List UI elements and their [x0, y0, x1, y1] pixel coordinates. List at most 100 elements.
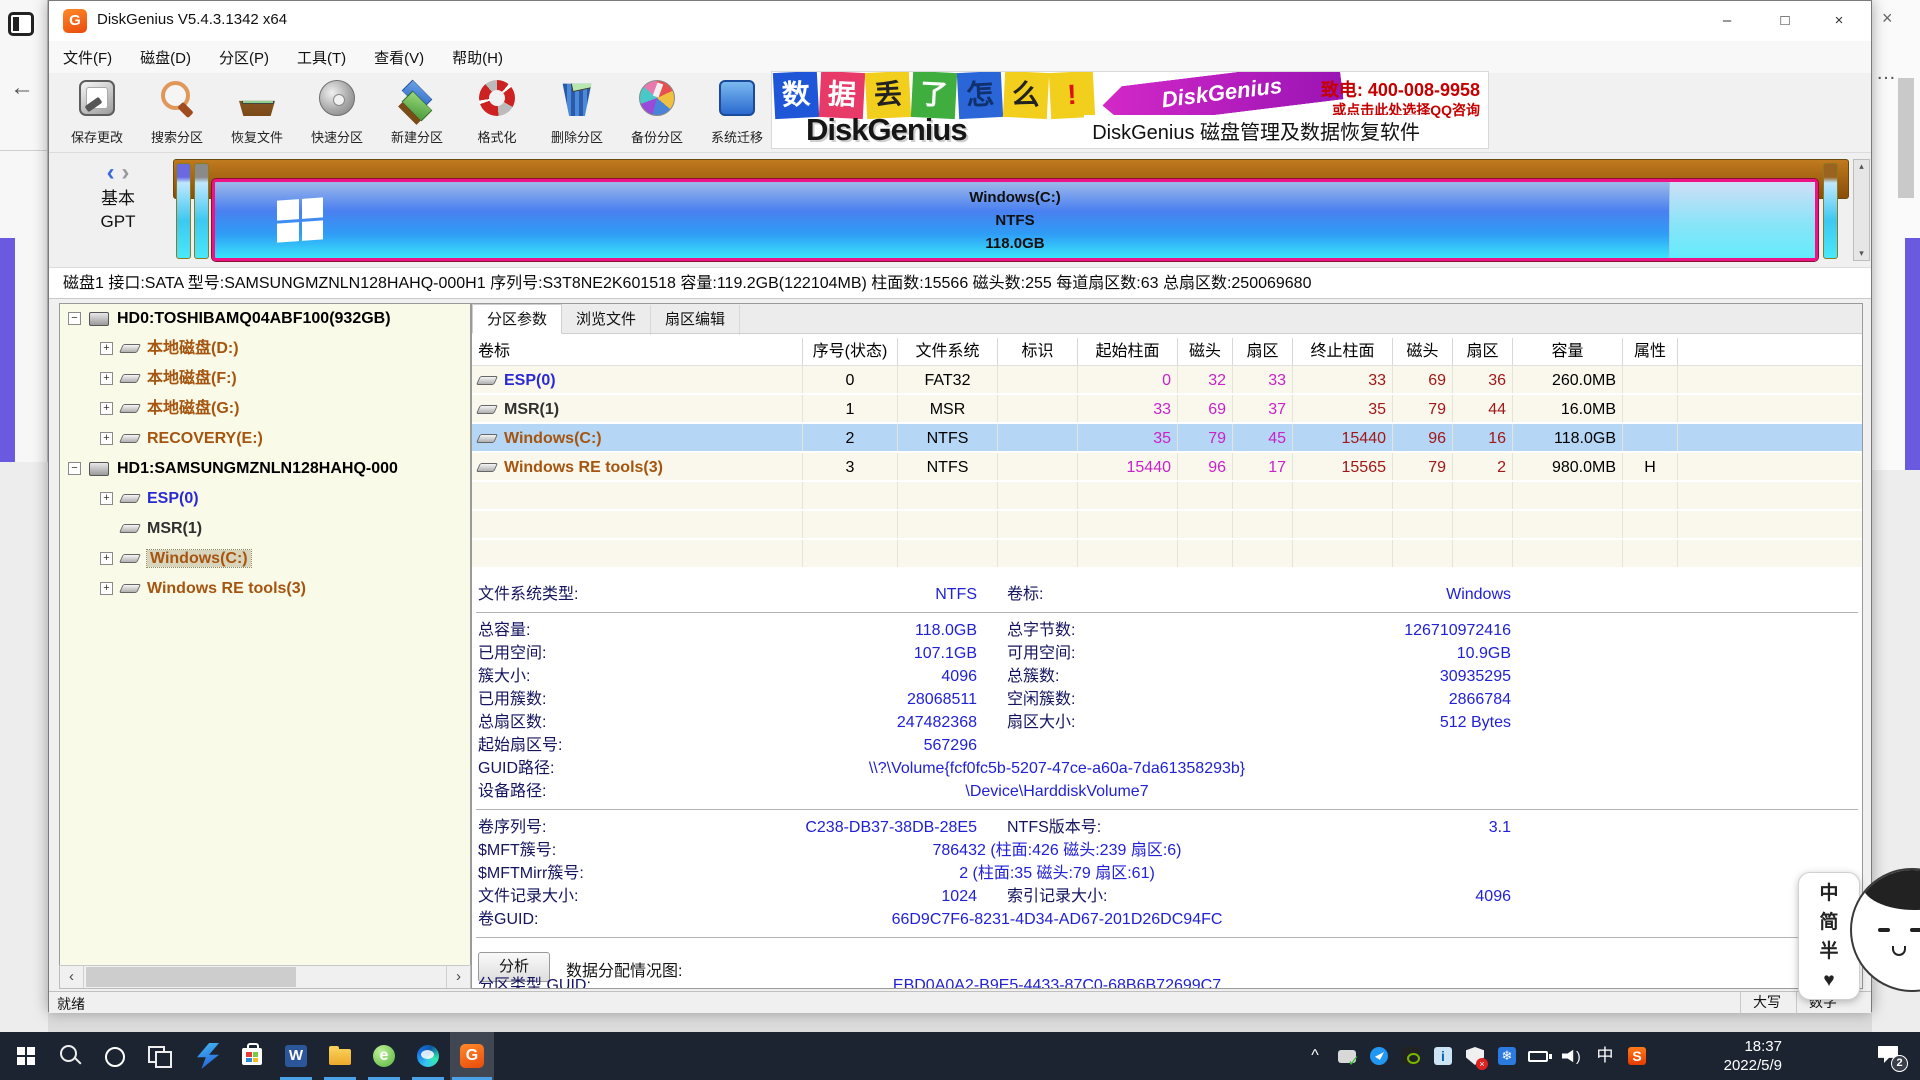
toolbar-button-8[interactable]: 系统迁移: [697, 76, 777, 150]
toolbar-button-1[interactable]: 搜索分区: [137, 76, 217, 150]
toolbar-button-2[interactable]: 恢复文件: [217, 76, 297, 150]
ime-mode-char[interactable]: ♥: [1799, 966, 1859, 995]
more-icon[interactable]: …: [1876, 62, 1896, 85]
menu-item-5[interactable]: 帮助(H): [438, 41, 517, 74]
collapse-icon[interactable]: −: [68, 312, 81, 325]
toolbar-button-0[interactable]: 保存更改: [57, 76, 137, 150]
tree-item-8[interactable]: +Windows(C:): [60, 544, 470, 574]
expand-icon[interactable]: +: [100, 582, 113, 595]
toolbar-button-7[interactable]: 备份分区: [617, 76, 697, 150]
edge-button[interactable]: [406, 1032, 450, 1080]
menu-item-1[interactable]: 磁盘(D): [126, 41, 205, 74]
toolbar-button-5[interactable]: 格式化: [457, 76, 537, 150]
minimize-button[interactable]: –: [1703, 1, 1751, 41]
expand-icon[interactable]: +: [100, 492, 113, 505]
cortana-button[interactable]: [92, 1032, 136, 1080]
scroll-left-icon[interactable]: ‹: [60, 966, 84, 988]
scroll-down-icon[interactable]: ▾: [1854, 248, 1869, 259]
column-header-3[interactable]: 标识: [997, 338, 1077, 365]
column-header-4[interactable]: 起始柱面: [1077, 338, 1177, 365]
word-button[interactable]: [274, 1032, 318, 1080]
store-button[interactable]: [230, 1032, 274, 1080]
maximize-button[interactable]: □: [1761, 1, 1809, 41]
tree-item-1[interactable]: +本地磁盘(D:): [60, 334, 470, 364]
notification-button[interactable]: 2: [1864, 1032, 1912, 1080]
tree-item-0[interactable]: −HD0:TOSHIBAMQ04ABF100(932GB): [60, 304, 470, 334]
background-scrollbar[interactable]: [1898, 78, 1914, 198]
expand-icon[interactable]: +: [100, 432, 113, 445]
tab-0[interactable]: 分区参数: [472, 304, 562, 334]
back-icon[interactable]: ←: [10, 74, 34, 102]
tree-item-6[interactable]: +ESP(0): [60, 484, 470, 514]
partition-row-3[interactable]: Windows RE tools(3)3NTFS1544096171556579…: [472, 453, 1862, 482]
background-close-icon[interactable]: ×: [1882, 8, 1893, 29]
partition-esp-sliver[interactable]: [176, 163, 191, 259]
sogou-assist-widget[interactable]: 中简半♥: [1798, 868, 1920, 1004]
partition-msr-sliver[interactable]: [194, 163, 209, 259]
expand-icon[interactable]: +: [100, 372, 113, 385]
taskbar-search-button[interactable]: [48, 1032, 92, 1080]
intel-graphics-icon[interactable]: [1428, 1032, 1458, 1080]
toolbar-button-3[interactable]: 快速分区: [297, 76, 377, 150]
tree-item-5[interactable]: −HD1:SAMSUNGMZNLN128HAHQ-000: [60, 454, 470, 484]
toolbar-button-4[interactable]: 新建分区: [377, 76, 457, 150]
snowflake-icon[interactable]: [1492, 1032, 1522, 1080]
assistant-avatar[interactable]: [1850, 868, 1920, 992]
prev-disk-icon[interactable]: ‹: [107, 159, 115, 186]
menu-item-4[interactable]: 查看(V): [360, 41, 438, 74]
partition-row-2[interactable]: Windows(C:)2NTFS357945154409616118.0GB: [472, 424, 1862, 453]
tree-item-2[interactable]: +本地磁盘(F:): [60, 364, 470, 394]
column-header-9[interactable]: 扇区: [1452, 338, 1512, 365]
ime-mode-char[interactable]: 半: [1799, 937, 1859, 966]
task-view-button[interactable]: [136, 1032, 180, 1080]
ad-banner[interactable]: 数据丢了怎么! DiskGenius DiskGenius 致电: 400-00…: [771, 71, 1489, 149]
nvidia-icon[interactable]: [1396, 1032, 1426, 1080]
security-shield-icon[interactable]: ×: [1460, 1032, 1490, 1080]
ad-banner-phone[interactable]: 致电: 400-008-9958: [1321, 76, 1480, 102]
column-header-6[interactable]: 扇区: [1232, 338, 1292, 365]
taskbar-clock[interactable]: 18:37 2022/5/9: [1672, 1037, 1782, 1075]
diskgenius-taskbar-button[interactable]: [450, 1032, 494, 1080]
tray-chevron-icon[interactable]: ^: [1300, 1032, 1330, 1080]
collapse-icon[interactable]: −: [68, 462, 81, 475]
dingtalk-icon[interactable]: [1364, 1032, 1394, 1080]
column-header-11[interactable]: 属性: [1622, 338, 1677, 365]
file-explorer-button[interactable]: [318, 1032, 362, 1080]
expand-icon[interactable]: +: [100, 552, 113, 565]
partition-windows-c[interactable]: Windows(C:) NTFS 118.0GB: [212, 179, 1818, 261]
scrollbar-thumb[interactable]: [86, 967, 296, 987]
next-disk-icon[interactable]: ›: [121, 159, 129, 186]
printer-icon[interactable]: ✓: [1332, 1032, 1362, 1080]
column-header-1[interactable]: 序号(状态): [802, 338, 897, 365]
toolbar-button-6[interactable]: 删除分区: [537, 76, 617, 150]
tab-2[interactable]: 扇区编辑: [651, 305, 740, 335]
expand-icon[interactable]: +: [100, 402, 113, 415]
scroll-up-icon[interactable]: ▴: [1854, 161, 1869, 172]
column-header-2[interactable]: 文件系统: [897, 338, 997, 365]
partition-row-0[interactable]: ESP(0)0FAT3203233336936260.0MB: [472, 366, 1862, 395]
expand-icon[interactable]: +: [100, 342, 113, 355]
tree-item-9[interactable]: +Windows RE tools(3): [60, 574, 470, 604]
partition-re-tools-sliver[interactable]: [1823, 163, 1838, 259]
tree-item-7[interactable]: MSR(1): [60, 514, 470, 544]
column-header-7[interactable]: 终止柱面: [1292, 338, 1392, 365]
scroll-right-icon[interactable]: ›: [446, 966, 470, 988]
column-header-10[interactable]: 容量: [1512, 338, 1622, 365]
close-button[interactable]: ×: [1815, 1, 1863, 41]
column-header-5[interactable]: 磁头: [1177, 338, 1232, 365]
flash-app-button[interactable]: [186, 1032, 230, 1080]
tree-item-3[interactable]: +本地磁盘(G:): [60, 394, 470, 424]
sogou-icon[interactable]: [1622, 1032, 1652, 1080]
volume-icon[interactable]: [1556, 1032, 1586, 1080]
menu-item-0[interactable]: 文件(F): [49, 41, 126, 74]
browser-360-button[interactable]: [362, 1032, 406, 1080]
menu-item-3[interactable]: 工具(T): [283, 41, 360, 74]
menu-item-2[interactable]: 分区(P): [205, 41, 283, 74]
ime-indicator[interactable]: 中: [1590, 1032, 1620, 1080]
tab-1[interactable]: 浏览文件: [562, 305, 651, 335]
battery-icon[interactable]: [1524, 1032, 1554, 1080]
partition-row-1[interactable]: MSR(1)1MSR33693735794416.0MB: [472, 395, 1862, 424]
column-header-8[interactable]: 磁头: [1392, 338, 1452, 365]
column-header-0[interactable]: 卷标: [472, 338, 802, 365]
start-button[interactable]: [4, 1032, 48, 1080]
